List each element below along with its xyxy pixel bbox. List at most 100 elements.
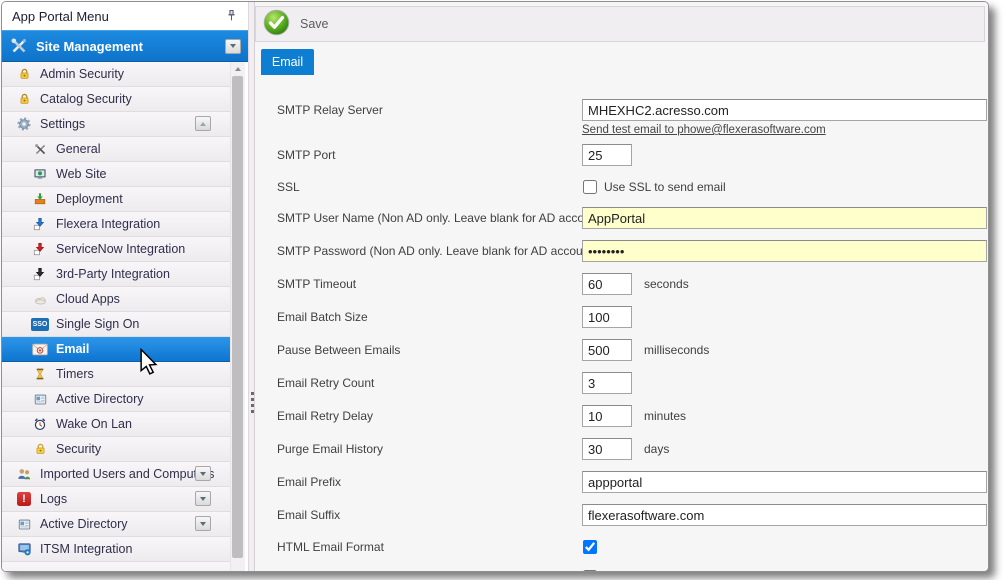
custom-user-view-checkbox[interactable] [583, 570, 597, 571]
sidebar-item-deployment[interactable]: Deployment [2, 187, 231, 212]
email-retry-delay-input[interactable] [582, 405, 632, 427]
sidebar-header-label: Site Management [36, 39, 143, 54]
lock-icon [14, 92, 34, 106]
smtp-relay-server-label: SMTP Relay Server [277, 103, 582, 117]
email-retry-delay-unit: minutes [644, 409, 686, 423]
pause-between-emails-input[interactable] [582, 339, 632, 361]
html-email-format-label: HTML Email Format [277, 540, 582, 554]
smtp-port-input[interactable] [582, 144, 632, 166]
sidebar-item-settings[interactable]: Settings [2, 112, 231, 137]
use-ssl-checkbox-label: Use SSL to send email [604, 180, 726, 194]
sidebar-item-cloud-apps[interactable]: Cloud Apps [2, 287, 231, 312]
form-row: Email Retry Delay minutes [277, 405, 988, 427]
app-window: App Portal Menu Site Management Admin Se… [1, 1, 989, 572]
hourglass-icon [30, 367, 50, 381]
sso-badge-icon: SSO [30, 318, 50, 331]
smtp-relay-server-input[interactable] [582, 99, 987, 121]
email-suffix-input[interactable] [582, 504, 987, 526]
cloud-icon [30, 293, 50, 306]
sidebar-item-partial[interactable] [2, 562, 231, 571]
sidebar-title-bar: App Portal Menu [2, 2, 248, 30]
sidebar-item-label: ITSM Integration [40, 542, 132, 556]
use-ssl-checkbox[interactable] [583, 180, 597, 194]
sidebar-item-general[interactable]: General [2, 137, 231, 162]
pin-icon[interactable] [224, 8, 238, 24]
sidebar-item-security[interactable]: Security [2, 437, 231, 462]
html-email-format-checkbox[interactable] [583, 540, 597, 554]
sidebar: App Portal Menu Site Management Admin Se… [2, 2, 248, 571]
email-prefix-label: Email Prefix [277, 475, 582, 489]
email-envelope-icon [30, 343, 50, 356]
sidebar-item-imported-users-and-computers[interactable]: Imported Users and Computers [2, 462, 231, 487]
sidebar-item-active-directory-settings[interactable]: Active Directory [2, 387, 231, 412]
sidebar-item-label: Catalog Security [40, 92, 132, 106]
email-retry-count-input[interactable] [582, 372, 632, 394]
sidebar-item-label: Cloud Apps [56, 292, 120, 306]
sidebar-item-email[interactable]: Email [2, 337, 231, 362]
cloud-icon [14, 568, 34, 572]
sidebar-splitter[interactable] [248, 2, 255, 571]
tab-email[interactable]: Email [261, 49, 314, 75]
sidebar-item-catalog-security[interactable]: Catalog Security [2, 87, 231, 112]
scrollbar-up-arrow-icon[interactable] [231, 62, 245, 75]
purge-email-history-unit: days [644, 442, 669, 456]
form-row: Email Suffix [277, 504, 988, 526]
sidebar-item-label: Admin Security [40, 67, 124, 81]
save-button-label: Save [300, 17, 329, 31]
sidebar-menu-list: Admin Security Catalog Security Settings… [2, 62, 248, 571]
sidebar-item-label: Active Directory [40, 517, 128, 531]
send-test-email-link[interactable]: Send test email to phowe@flexerasoftware… [582, 124, 987, 136]
smtp-user-name-label: SMTP User Name (Non AD only. Leave blank… [277, 211, 582, 225]
sidebar-item-label: ServiceNow Integration [56, 242, 185, 256]
email-prefix-input[interactable] [582, 471, 987, 493]
pause-between-emails-unit: milliseconds [644, 343, 709, 357]
sidebar-item-web-site[interactable]: Web Site [2, 162, 231, 187]
lock-icon [30, 442, 50, 456]
purge-email-history-input[interactable] [582, 438, 632, 460]
scrollbar-thumb[interactable] [232, 76, 243, 558]
sidebar-item-itsm-integration[interactable]: ITSM Integration [2, 537, 231, 562]
sidebar-scrollbar[interactable] [230, 62, 245, 571]
sidebar-item-timers[interactable]: Timers [2, 362, 231, 387]
smtp-timeout-input[interactable] [582, 273, 632, 295]
email-batch-size-input[interactable] [582, 306, 632, 328]
sidebar-item-label: General [56, 142, 100, 156]
sidebar-item-flexera-integration[interactable]: Flexera Integration [2, 212, 231, 237]
form-row: Enable Custom User View (vCustomUser) fo… [277, 567, 988, 571]
sidebar-item-single-sign-on[interactable]: SSO Single Sign On [2, 312, 231, 337]
itsm-computer-icon [14, 542, 34, 556]
form-row: Purge Email History days [277, 438, 988, 460]
sidebar-item-label: Active Directory [56, 392, 144, 406]
sidebar-item-active-directory[interactable]: Active Directory [2, 512, 231, 537]
sidebar-item-site-management[interactable]: Site Management [2, 30, 248, 62]
sidebar-item-label: Logs [40, 492, 67, 506]
main-content: Save Email SMTP Relay Server Send test e… [255, 2, 988, 571]
email-settings-form: SMTP Relay Server Send test email to pho… [255, 75, 988, 571]
active-directory-expand-button[interactable] [195, 516, 211, 531]
form-row: SMTP User Name (Non AD only. Leave blank… [277, 207, 988, 229]
purge-email-history-label: Purge Email History [277, 442, 582, 456]
email-suffix-label: Email Suffix [277, 508, 582, 522]
sidebar-item-servicenow-integration[interactable]: ServiceNow Integration [2, 237, 231, 262]
sidebar-item-label: Web Site [56, 167, 107, 181]
logs-expand-button[interactable] [195, 491, 211, 506]
save-button[interactable]: Save [263, 9, 329, 39]
smtp-password-input[interactable] [582, 240, 987, 262]
sidebar-item-3rd-party-integration[interactable]: 3rd-Party Integration [2, 262, 231, 287]
site-management-collapse-button[interactable] [225, 39, 241, 54]
sidebar-item-label: Security [56, 442, 101, 456]
alarm-clock-icon [30, 417, 50, 431]
sidebar-item-admin-security[interactable]: Admin Security [2, 62, 231, 87]
email-batch-size-label: Email Batch Size [277, 310, 582, 324]
smtp-user-name-input[interactable] [582, 207, 987, 229]
form-row: SMTP Timeout seconds [277, 273, 988, 295]
imported-users-expand-button[interactable] [195, 466, 211, 481]
import-arrow-black-icon [30, 267, 50, 281]
pause-between-emails-label: Pause Between Emails [277, 343, 582, 357]
email-retry-count-label: Email Retry Count [277, 376, 582, 390]
sidebar-item-wake-on-lan[interactable]: Wake On Lan [2, 412, 231, 437]
smtp-password-label: SMTP Password (Non AD only. Leave blank … [277, 244, 582, 258]
sidebar-item-logs[interactable]: ! Logs [2, 487, 231, 512]
address-book-icon [14, 518, 34, 531]
settings-collapse-button[interactable] [195, 116, 211, 131]
